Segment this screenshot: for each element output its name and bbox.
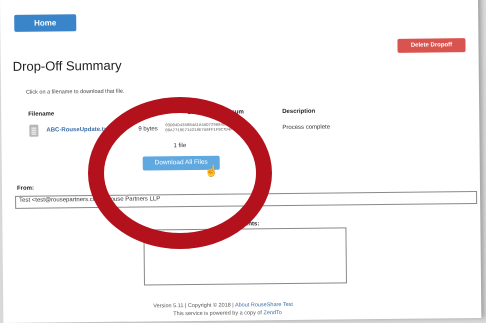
download-hint: Click on a filename to download that fil…	[25, 88, 125, 96]
footer-powered-text: This service is powered by a copy of	[173, 310, 264, 318]
file-count: 1 file	[173, 143, 187, 150]
file-icon[interactable]	[29, 124, 39, 137]
hand-cursor-icon: ☝	[204, 165, 219, 178]
footer-version: Version 5.11 | Copyright © 2018 | About …	[153, 302, 293, 309]
from-label: From:	[16, 185, 35, 192]
zendto-link[interactable]: ZendTo	[263, 310, 281, 316]
home-button[interactable]: Home	[14, 14, 77, 32]
footer-version-text: Version 5.11 | Copyright © 2018 |	[153, 302, 235, 310]
column-header-checksum: SHA-256 Checksum	[187, 109, 244, 117]
file-checksum: 03D04D4358B4A1A4AD72968489 B9A7719E71421…	[165, 123, 285, 134]
column-header-size: Size	[146, 110, 159, 117]
dropoff-summary-page: Home Delete Dropoff Drop-Off Summary Cli…	[0, 0, 482, 323]
column-header-description: Description	[282, 108, 316, 116]
file-description: Process complete	[282, 124, 331, 132]
footer-powered: This service is powered by a copy of Zen…	[173, 310, 282, 317]
from-field[interactable]: Test <test@rousepartners.com> Rouse Part…	[15, 191, 478, 209]
comments-label: Comments:	[226, 221, 260, 228]
page-title: Drop-Off Summary	[12, 57, 122, 74]
from-value: Test <test@rousepartners.com> Rouse Part…	[19, 196, 161, 204]
column-header-filename: Filename	[28, 111, 55, 118]
about-link[interactable]: About RouseShare Test	[235, 302, 293, 309]
file-size: 9 bytes	[138, 126, 158, 133]
delete-dropoff-button[interactable]: Delete Dropoff	[397, 38, 466, 53]
filename-link[interactable]: ABC-RouseUpdate.txt	[46, 127, 109, 134]
checksum-line-2: B9A7719E714219E7A8FF1F9C7D4F	[165, 128, 233, 134]
comments-textarea[interactable]	[143, 227, 347, 286]
